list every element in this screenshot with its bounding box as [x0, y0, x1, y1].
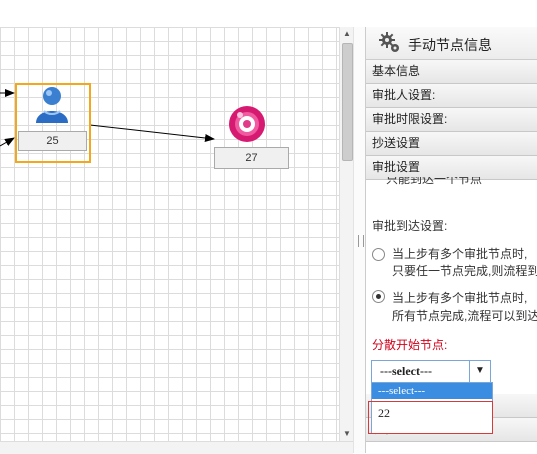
- arrival-option-any-line1: 当上步有多个审批节点时,: [392, 247, 528, 261]
- workflow-canvas[interactable]: 25 27: [0, 27, 339, 441]
- canvas-horizontal-scrollbar[interactable]: [0, 441, 353, 454]
- connector-25-to-27[interactable]: [89, 124, 215, 142]
- branch-start-select[interactable]: ---select--- ▼: [371, 360, 491, 383]
- scroll-up-arrow-icon[interactable]: ▲: [340, 27, 354, 41]
- clipped-text: 只能到达一个节点: [386, 177, 483, 185]
- scroll-thumb[interactable]: [342, 43, 353, 161]
- arrival-option-all-line2: 所有节点完成,流程可以到达: [392, 309, 537, 323]
- select-value: ---select---: [380, 364, 432, 378]
- node-25-label[interactable]: 25: [18, 131, 87, 151]
- section-cc-settings[interactable]: 抄送设置: [366, 132, 537, 156]
- canvas-vertical-scrollbar[interactable]: ▲ ▼: [339, 27, 354, 441]
- section-basic-info[interactable]: 基本信息: [366, 60, 537, 84]
- chevron-down-icon[interactable]: ▼: [469, 361, 490, 382]
- end-node-icon: [229, 106, 265, 142]
- arrival-option-all-radio[interactable]: [372, 290, 385, 303]
- arrival-option-any-radio[interactable]: [372, 248, 385, 261]
- panel-header: 手动节点信息: [366, 27, 537, 60]
- gear-icon: [379, 32, 399, 52]
- arrival-option-all-line1: 当上步有多个审批节点时,: [392, 291, 528, 305]
- arrival-option-any-line2: 只要任一节点完成,则流程到: [392, 264, 537, 278]
- highlight-annotation-frame: [368, 401, 493, 434]
- canvas-top-area: [0, 0, 339, 27]
- node-info-panel: 手动节点信息 基本信息 审批人设置: 审批时限设置: 抄送设置 审批设置 只能到…: [365, 27, 537, 453]
- section-time-limit-settings[interactable]: 审批时限设置:: [366, 108, 537, 132]
- arrival-settings-label: 审批到达设置:: [372, 219, 448, 233]
- node-27-label[interactable]: 27: [214, 147, 289, 169]
- connector-in-bottom[interactable]: [0, 137, 15, 147]
- scroll-down-arrow-icon[interactable]: ▼: [340, 427, 354, 441]
- panel-title: 手动节点信息: [408, 37, 492, 53]
- splitter-grip-icon[interactable]: [358, 235, 364, 247]
- section-approver-settings[interactable]: 审批人设置:: [366, 84, 537, 108]
- branch-start-label: 分散开始节点:: [372, 338, 448, 352]
- select-option-placeholder[interactable]: ---select---: [372, 383, 492, 399]
- user-icon: [36, 87, 68, 123]
